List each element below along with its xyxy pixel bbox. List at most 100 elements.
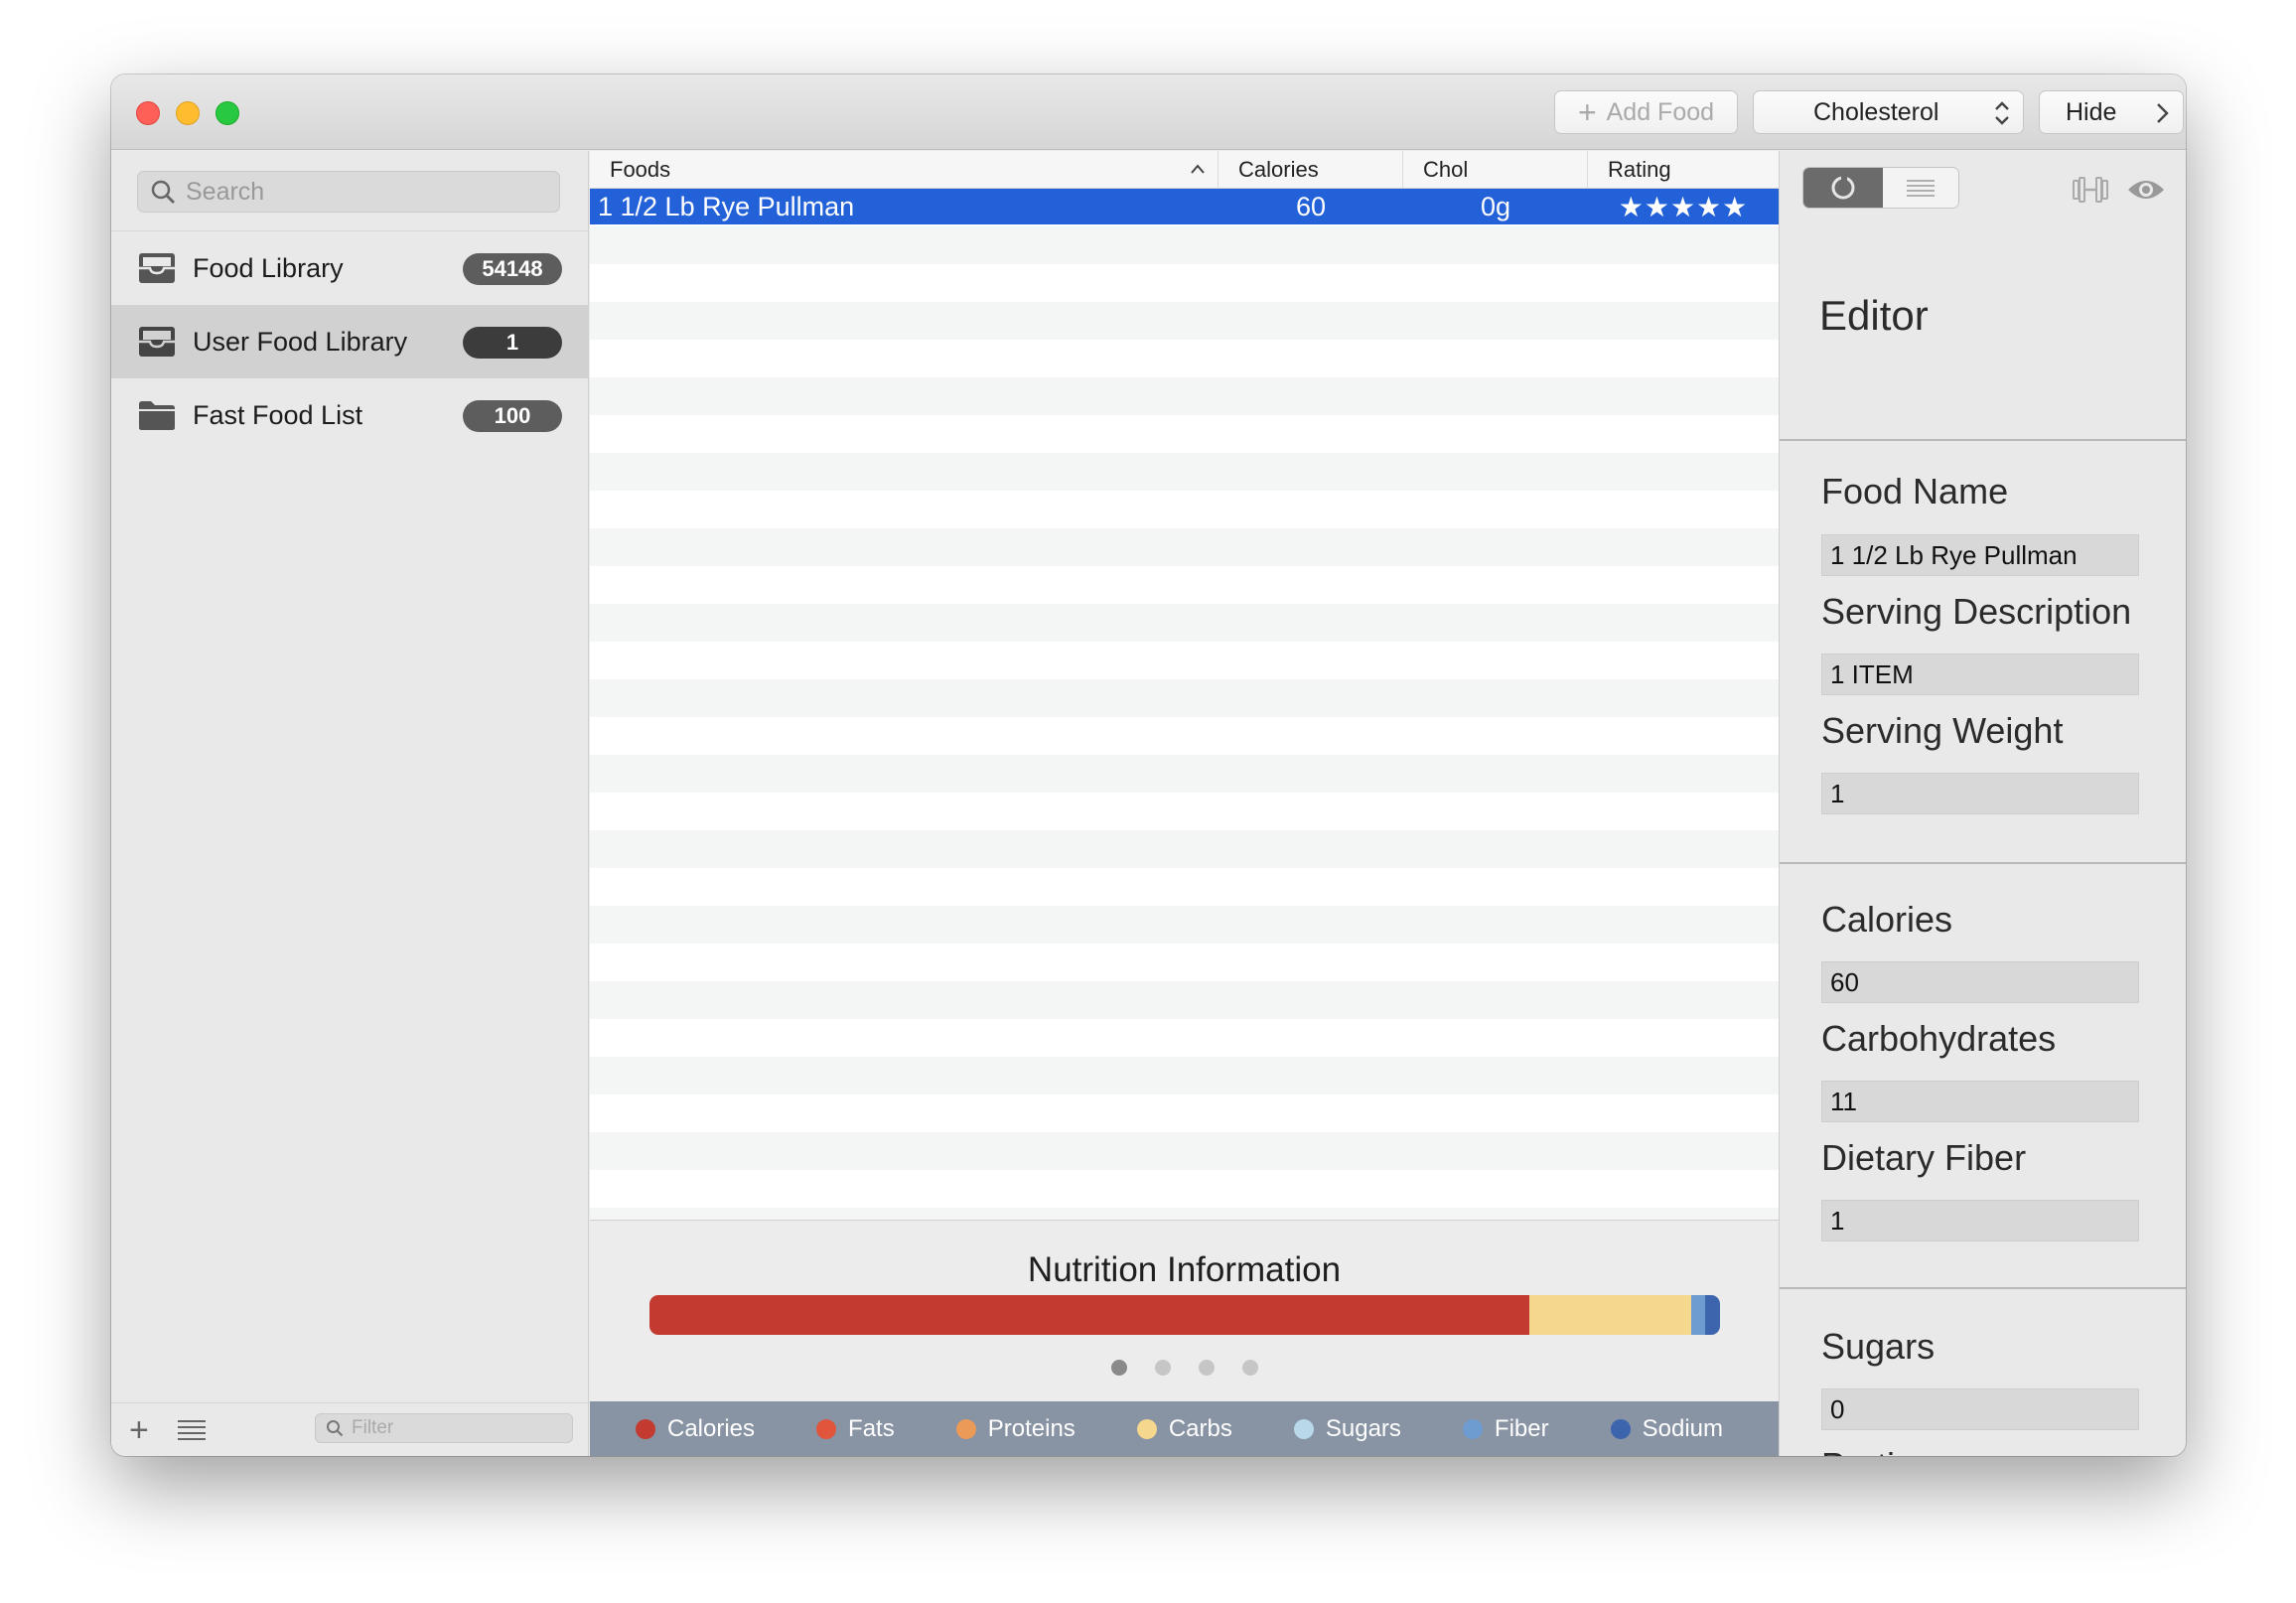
tray-icon [139,327,175,357]
legend-color-dot [1462,1418,1483,1439]
legend-item-proteins[interactable]: Proteins [955,1414,1076,1443]
legend-label: Calories [667,1414,756,1442]
sidebar-item-label: Food Library [193,252,344,283]
legend-color-dot [955,1418,976,1439]
add-list-button[interactable]: + [129,1413,149,1447]
food-name-label: Food Name [1821,471,2009,511]
legend-color-dot [1610,1418,1631,1439]
segment-chart-view[interactable] [1803,168,1883,208]
page-dot[interactable] [1241,1360,1258,1376]
dietary-fiber-label: Dietary Fiber [1821,1137,2027,1178]
section-divider [1780,1287,2186,1289]
column-header-label: Calories [1238,157,1319,182]
sort-column-popup[interactable]: Cholesterol [1753,90,2024,134]
column-header-label: Foods [610,157,671,182]
column-header-rating[interactable]: Rating [1588,151,1779,189]
chevron-right-icon [2157,103,2169,123]
legend-color-dot [1136,1418,1157,1439]
sidebar: Search Food Library 54148 User Food Libr… [111,151,589,1456]
page-dot[interactable] [1110,1360,1127,1376]
up-down-chevron-icon [1995,101,2009,125]
legend-item-calories[interactable]: Calories [636,1415,755,1443]
sugars-label: Sugars [1821,1326,1936,1367]
editor-view-segmented-control [1802,167,1959,209]
legend-label: Sugars [1325,1414,1401,1442]
hide-label: Hide [2066,97,2117,126]
chol-cell: 0g [1480,191,1511,221]
dietary-fiber-field[interactable]: 1 [1821,1200,2139,1241]
food-name-field[interactable]: 1 1/2 Lb Rye Pullman [1821,534,2139,576]
serving-description-field[interactable]: 1 ITEM [1821,654,2139,695]
filter-field[interactable]: Filter [315,1413,573,1443]
sidebar-item-food-library[interactable]: Food Library 54148 [111,231,588,305]
legend-item-carbs[interactable]: Carbs [1136,1415,1232,1443]
nutrition-bar-segment-fiber [1690,1295,1705,1335]
list-options-icon[interactable] [177,1418,207,1440]
rating-stars[interactable]: ★★★★★ [1588,189,1779,224]
table-header: Foods Calories Chol Rating [590,151,1779,189]
dumbbell-icon[interactable] [2070,175,2111,205]
nutrition-bar [649,1295,1720,1335]
legend-item-sugars[interactable]: Sugars [1293,1414,1401,1443]
nutrition-bar-segment-sodium [1704,1295,1720,1335]
legend-item-sodium[interactable]: Sodium [1610,1415,1723,1443]
hide-editor-button[interactable]: Hide [2039,90,2184,134]
sidebar-item-label: Fast Food List [193,399,363,430]
list-icon [1907,180,1935,197]
refresh-circle-icon [1831,175,1855,200]
legend-label: Fats [848,1414,895,1442]
close-window-button[interactable] [136,101,160,125]
carbohydrates-label: Carbohydrates [1821,1018,2057,1059]
calories-field[interactable]: 60 [1821,961,2139,1003]
minimize-window-button[interactable] [176,101,200,125]
count-badge: 100 [463,400,562,432]
add-food-button[interactable]: + Add Food [1554,90,1738,134]
nutrition-bar-segment-calories [649,1295,1530,1335]
calories-label: Calories [1821,899,1953,940]
table-rows: 1 1/2 Lb Rye Pullman 60 0g ★★★★★ [590,189,1779,1220]
table-row[interactable]: 1 1/2 Lb Rye Pullman 60 0g ★★★★★ [590,189,1779,224]
nutrition-legend: Calories Fats Proteins Carbs Sugars Fiber Sodi… [590,1401,1779,1456]
column-header-calories[interactable]: Calories [1219,151,1403,189]
serving-weight-field[interactable]: 1 [1821,773,2139,814]
search-placeholder: Search [186,177,265,206]
section-divider [1780,439,2186,441]
protein-label: Protien [1821,1445,1935,1456]
sidebar-bottom-bar: + Filter [111,1402,588,1456]
section-divider [1780,862,2186,864]
nutrition-bar-segment-carbs [1529,1295,1691,1335]
sidebar-item-label: User Food Library [193,326,408,357]
carbohydrates-field[interactable]: 11 [1821,1081,2139,1122]
foods-table: Foods Calories Chol Rating 1 1/2 Lb Rye … [590,151,1779,1220]
add-food-label: Add Food [1606,97,1715,126]
page-indicator [590,1360,1779,1376]
sort-column-value: Cholesterol [1813,97,1939,126]
editor-panel: Editor Food Name 1 1/2 Lb Rye Pullman Se… [1779,151,2186,1456]
legend-label: Fiber [1494,1414,1549,1442]
zoom-window-button[interactable] [215,101,239,125]
segment-list-view[interactable] [1883,168,1958,208]
serving-weight-label: Serving Weight [1821,710,2064,751]
eye-icon[interactable] [2126,175,2166,205]
sort-ascending-icon [1191,164,1205,174]
sidebar-item-user-food-library[interactable]: User Food Library 1 [111,305,588,378]
app-window: + Add Food Cholesterol Hide Search Food … [111,74,2186,1456]
legend-item-fats[interactable]: Fats [816,1415,895,1443]
sugars-field[interactable]: 0 [1821,1388,2139,1430]
sidebar-item-fast-food-list[interactable]: Fast Food List 100 [111,378,588,452]
editor-title: Editor [1819,292,1929,339]
page-dot[interactable] [1198,1360,1215,1376]
column-header-foods[interactable]: Foods [590,151,1219,189]
title-bar: + Add Food Cholesterol Hide [111,74,2186,150]
search-icon [327,1420,344,1437]
column-header-label: Chol [1423,157,1469,182]
column-header-chol[interactable]: Chol [1403,151,1588,189]
legend-label: Proteins [987,1414,1076,1442]
page-dot[interactable] [1154,1360,1171,1376]
search-field[interactable]: Search [137,171,560,213]
tray-icon [139,253,175,283]
legend-item-fiber[interactable]: Fiber [1462,1414,1549,1443]
legend-color-dot [816,1418,837,1439]
count-badge: 1 [463,327,562,359]
nutrition-panel: Nutrition Information [590,1220,1779,1401]
